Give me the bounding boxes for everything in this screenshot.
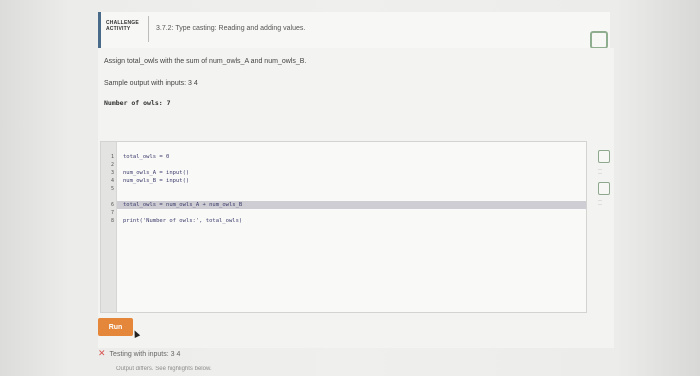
level-check-icon[interactable]	[598, 150, 610, 163]
activity-title: 3.7.2: Type casting: Reading and adding …	[156, 25, 306, 32]
line-number: 5	[111, 186, 115, 192]
code-line[interactable]: num_owls_B = input()	[123, 178, 189, 184]
page: CHALLENGE ACTIVITY 3.7.2: Type casting: …	[0, 0, 700, 376]
code-line[interactable]: print('Number of owls:', total_owls)	[123, 218, 242, 224]
activity-header: CHALLENGE ACTIVITY 3.7.2: Type casting: …	[98, 12, 610, 49]
level-tick-marks: ---- ----	[598, 198, 602, 206]
line-number: 3	[111, 170, 115, 176]
code-line[interactable]: total_owls = 0	[123, 154, 169, 160]
completion-check-icon	[590, 31, 608, 49]
fail-x-icon: ✕	[98, 348, 106, 358]
level-tick-marks: ---- ----	[598, 167, 602, 175]
run-button[interactable]: Run	[98, 318, 133, 336]
line-number: 7	[111, 210, 115, 216]
line-number: 4	[111, 178, 115, 184]
test-result-text: Testing with inputs: 3 4	[109, 351, 181, 358]
header-divider	[148, 16, 149, 42]
line-number: 6	[111, 202, 115, 208]
badge-line-2: ACTIVITY	[106, 26, 131, 32]
code-line[interactable]: num_owls_A = input()	[123, 170, 189, 176]
line-number: 8	[111, 218, 115, 224]
code-editor[interactable]: 1 total_owls = 0 2 3 num_owls_A = input(…	[100, 141, 587, 313]
header-accent-bar	[98, 12, 101, 48]
challenge-activity-badge: CHALLENGE ACTIVITY	[106, 20, 139, 32]
sample-label: Sample output with inputs: 3 4	[104, 80, 198, 87]
line-number: 2	[111, 162, 115, 168]
level-check-icon[interactable]	[598, 182, 610, 195]
test-result: ✕ Testing with inputs: 3 4	[98, 348, 180, 359]
instructions: Assign total_owls with the sum of num_ow…	[104, 58, 307, 65]
diff-message: Output differs. See highlights below.	[116, 366, 212, 372]
sample-output: Number of owls: 7	[104, 99, 171, 107]
line-number-gutter	[101, 142, 117, 312]
code-line[interactable]: total_owls = num_owls_A + num_owls_B	[123, 202, 242, 208]
line-number: 1	[111, 154, 115, 160]
